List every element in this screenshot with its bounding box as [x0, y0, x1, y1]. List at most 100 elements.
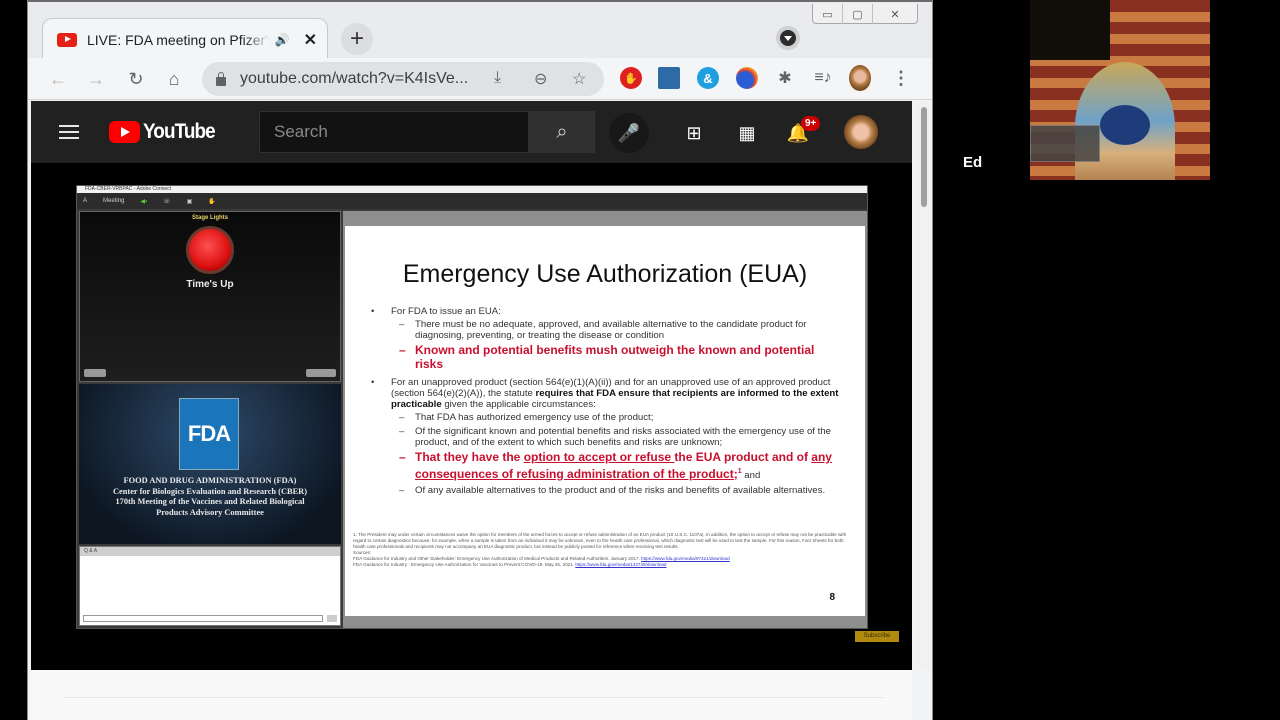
audio-status-icon: ◀▪ [140, 198, 148, 205]
slide-sub-bullet: That FDA has authorized emergency use of… [371, 412, 841, 423]
media-queue-icon[interactable]: ≡♪ [812, 67, 834, 89]
scrollbar-thumb[interactable] [921, 107, 927, 207]
youtube-header: YouTube Search ⌕ 🎤 ⊞ ▦ 🔔 9+ [31, 101, 912, 163]
adobe-connect-menubar: A Meeting ◀▪ ☏ ▣ ✋ [77, 193, 867, 209]
slide-text: That they have the [415, 450, 524, 464]
screen: LIVE: FDA meeting on Pfizer's 🔊 ✕ + ▭ ▢ … [0, 0, 1280, 720]
e-extension-icon[interactable]: & [697, 67, 719, 89]
minimize-button[interactable]: ▭ [813, 4, 843, 24]
youtube-wordmark: YouTube [143, 120, 216, 143]
color-extension-icon[interactable] [736, 67, 758, 89]
profile-avatar[interactable] [849, 65, 871, 91]
webcam-inset-overlay [1030, 125, 1100, 162]
source-link: https://www.fda.gov/media/142749/downloa… [575, 561, 667, 567]
stage-controls-button [306, 369, 336, 377]
forward-button[interactable]: → [84, 67, 108, 91]
youtube-logo[interactable]: YouTube [109, 120, 223, 144]
bookmark-star-icon[interactable]: ☆ [572, 69, 586, 89]
url-text[interactable]: youtube.com/watch?v=K4IsVe... [240, 70, 468, 88]
slide-page-number: 8 [829, 592, 835, 603]
adobe-left-column: Stage Lights Time's Up FDA FOOD AND DRUG… [79, 211, 341, 626]
webcam-feed [1030, 0, 1210, 180]
search-button[interactable]: ⌕ [529, 111, 595, 153]
slide-text: given the applicable circumstances: [441, 399, 596, 410]
fda-line: FOOD AND DRUG ADMINISTRATION (FDA) [123, 476, 297, 485]
adblock-extension-icon[interactable]: ✋ [620, 67, 642, 89]
times-up-label: Time's Up [186, 279, 234, 290]
microphone-icon: 🎤 [617, 122, 641, 143]
status-icon: ✋ [208, 198, 216, 205]
address-bar[interactable]: youtube.com/watch?v=K4IsVe... ⤓ ⊖ ☆ [202, 62, 604, 96]
source-line: FDA Guidance for Industry : Emergency Us… [353, 562, 853, 568]
webcam-name-label: Ed [963, 154, 983, 171]
slide-bullet: For an unapproved product (section 564(e… [371, 377, 841, 410]
fda-banner-pod: FDA FOOD AND DRUG ADMINISTRATION (FDA) C… [79, 384, 341, 544]
presenter-cap [1100, 105, 1150, 145]
media-control-button[interactable] [776, 26, 800, 50]
close-window-button[interactable]: ✕ [873, 4, 917, 24]
lock-icon[interactable] [216, 71, 226, 86]
tab-close-icon[interactable]: ✕ [304, 30, 317, 50]
home-button[interactable]: ⌂ [162, 67, 186, 91]
slide-text: the EUA product and of [674, 450, 812, 464]
media-dropdown-icon [780, 30, 796, 46]
page-below-player [31, 670, 912, 720]
qa-title: Q & A [80, 547, 340, 556]
subscribe-watermark[interactable]: Subscribe [855, 631, 899, 642]
browser-menu-icon[interactable]: ⋮ [890, 67, 912, 89]
notification-count-badge: 9+ [801, 116, 821, 131]
browser-tab[interactable]: LIVE: FDA meeting on Pfizer's 🔊 ✕ [42, 18, 328, 60]
restore-button[interactable]: ▢ [843, 4, 873, 24]
fda-line: Center for Biologics Evaluation and Rese… [112, 486, 308, 496]
reload-button[interactable]: ↻ [124, 67, 148, 91]
fda-logo: FDA [179, 398, 239, 470]
youtube-account-avatar[interactable] [844, 115, 878, 149]
presentation-slide: Emergency Use Authorization (EUA) For FD… [345, 226, 865, 616]
tab-strip: LIVE: FDA meeting on Pfizer's 🔊 ✕ + ▭ ▢ … [28, 0, 932, 60]
qa-pod: Q & A [79, 546, 341, 626]
search-input[interactable]: Search [259, 111, 529, 153]
install-app-icon[interactable]: ⤓ [494, 69, 501, 87]
fda-line: 170th Meeting of the Vaccines and Relate… [115, 497, 305, 507]
slide-title: Emergency Use Authorization (EUA) [402, 260, 808, 288]
slide-sub-bullet: Of the significant known and potential b… [371, 426, 841, 448]
slide-underlined-text: option to accept or refuse [523, 450, 675, 464]
hamburger-menu-icon[interactable] [59, 125, 79, 139]
fda-line: Products Advisory Committee [156, 507, 264, 517]
extensions-puzzle-icon[interactable]: ✱ [774, 67, 796, 89]
slide-bullet: For FDA to issue an EUA: [371, 306, 841, 317]
apps-grid-icon[interactable]: ▦ [734, 120, 760, 146]
slide-sub-bullet: Of any available alternatives to the pro… [371, 485, 841, 496]
qa-send-icon [327, 615, 337, 622]
fda-banner-text: FOOD AND DRUG ADMINISTRATION (FDA) Cente… [79, 476, 341, 518]
browser-toolbar: ← → ↻ ⌂ youtube.com/watch?v=K4IsVe... ⤓ … [28, 58, 932, 100]
profile-avatar-image [849, 65, 871, 91]
qa-input [83, 615, 323, 622]
red-light-indicator [186, 226, 234, 274]
flag-canton [1030, 0, 1110, 60]
audio-playing-icon[interactable]: 🔊 [275, 33, 290, 47]
slide-footnotes: 1. The President may under certain circu… [353, 532, 853, 567]
page-scrollbar[interactable] [918, 101, 930, 670]
youtube-play-icon [109, 121, 140, 143]
voice-search-button[interactable]: 🎤 [609, 113, 649, 153]
adobe-connect-titlebar: FDA-CBER-VRBPAC - Adobe Connect [77, 186, 867, 193]
share-pod: Emergency Use Authorization (EUA) For FD… [343, 211, 867, 628]
slide-text: and [741, 469, 761, 481]
cloud-extension-icon[interactable] [658, 67, 680, 89]
adobe-connect-window: FDA-CBER-VRBPAC - Adobe Connect A Meetin… [76, 185, 868, 629]
video-player[interactable]: FDA-CBER-VRBPAC - Adobe Connect A Meetin… [31, 163, 899, 670]
create-video-icon[interactable]: ⊞ [681, 120, 707, 146]
adobe-logo-icon: A [83, 198, 88, 204]
meeting-menu: Meeting [103, 198, 125, 204]
footnote-text: 1. The President may under certain circu… [353, 532, 847, 549]
slide-sub-bullet: There must be no adequate, approved, and… [371, 319, 841, 341]
back-button[interactable]: ← [46, 67, 70, 91]
tab-title: LIVE: FDA meeting on Pfizer's [87, 31, 271, 48]
source-link: https://www.fda.gov/media/97321/download [641, 555, 730, 561]
slide-sub-bullet-highlight: That they have the option to accept or r… [371, 450, 841, 482]
phone-icon: ☏ [163, 198, 171, 205]
new-tab-button[interactable]: + [341, 23, 373, 55]
zoom-icon[interactable]: ⊖ [534, 69, 547, 89]
source-text: FDA Guidance for Industry : Emergency Us… [353, 561, 576, 567]
